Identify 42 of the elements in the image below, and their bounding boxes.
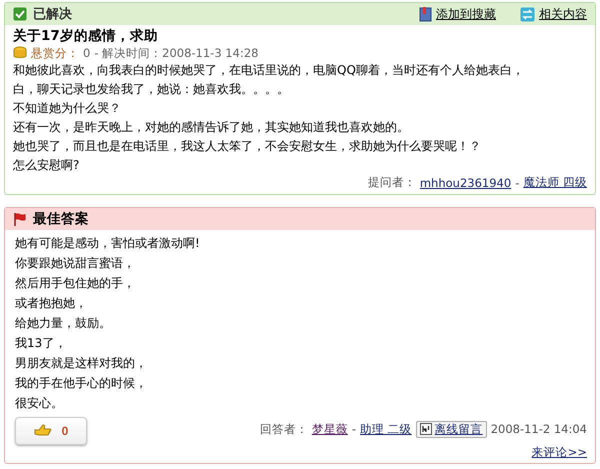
answer-text: 或者抱抱她， <box>15 295 88 312</box>
solved-time: - 解决时间：2008-11-3 14:28 <box>94 46 258 60</box>
bookmark-link[interactable]: 添加到搜藏 <box>419 6 496 22</box>
answerer-label: 回答者： <box>260 422 308 436</box>
answer-text: 给她力量，鼓励。 <box>15 315 112 332</box>
answer-text: 然后用手包住她的手， <box>15 275 136 292</box>
answer-text: 我的手在他手心的时候， <box>15 375 148 392</box>
answer-text: 男朋友就是这样对我的， <box>15 355 148 372</box>
coins-icon <box>13 46 27 60</box>
answer-text: 她有可能是感动，害怕或者激动啊! <box>15 235 201 252</box>
question-text: 还有一次，是昨天晚上，对她的感情告诉了她，其实她知道我也喜欢她的。 <box>13 119 410 136</box>
check-icon <box>13 7 27 21</box>
arrows-icon <box>520 6 535 22</box>
answer-text: 你要跟她说甜言蜜语， <box>15 255 136 272</box>
answer-title: 最佳答案 <box>33 210 89 228</box>
like-button[interactable]: 0 <box>15 417 87 445</box>
separator: - <box>352 422 356 436</box>
message-button[interactable]: 离线留言 <box>416 420 487 438</box>
related-link[interactable]: 相关内容 <box>520 6 587 22</box>
reward-value: 0 <box>83 46 90 60</box>
rank-link[interactable]: 魔法师 四级 <box>523 175 587 190</box>
book-icon <box>419 6 432 22</box>
question-text: 和她彼此喜欢，向我表白的时候她哭了，在电话里说的，电脑QQ聊着，当时还有个人给她表白， <box>13 62 525 79</box>
hi-icon <box>420 423 432 435</box>
answer-time: 2008-11-2 14:04 <box>490 422 587 436</box>
reward-label: 悬赏分： <box>31 46 79 60</box>
rank-link[interactable]: 助理 二级 <box>360 422 412 436</box>
asker-label: 提问者： <box>368 175 416 190</box>
thumb-icon <box>34 424 52 438</box>
question-text: 她也哭了，而且也是在电话里，我这人太笨了，不会安慰女生，求助她为什么要哭呢！？ <box>13 138 482 155</box>
flag-icon <box>13 212 27 226</box>
answerer-link[interactable]: 梦星薇 <box>312 422 348 436</box>
status-label: 已解决 <box>33 6 72 23</box>
answer-text: 很安心。 <box>15 395 64 412</box>
answer-text: 我13了， <box>15 335 68 352</box>
question-text: 不知道她为什么哭？ <box>13 100 122 117</box>
comment-link[interactable]: 来评论>> <box>532 445 587 459</box>
question-title: 关于17岁的感情，求助 <box>13 28 159 45</box>
question-text: 怎么安慰啊? <box>13 157 80 174</box>
asker-link[interactable]: mhhou2361940 <box>420 176 512 190</box>
question-text: 白，聊天记录也发给我了，她说：她喜欢我。。。。 <box>13 81 290 98</box>
separator: - <box>515 176 520 190</box>
